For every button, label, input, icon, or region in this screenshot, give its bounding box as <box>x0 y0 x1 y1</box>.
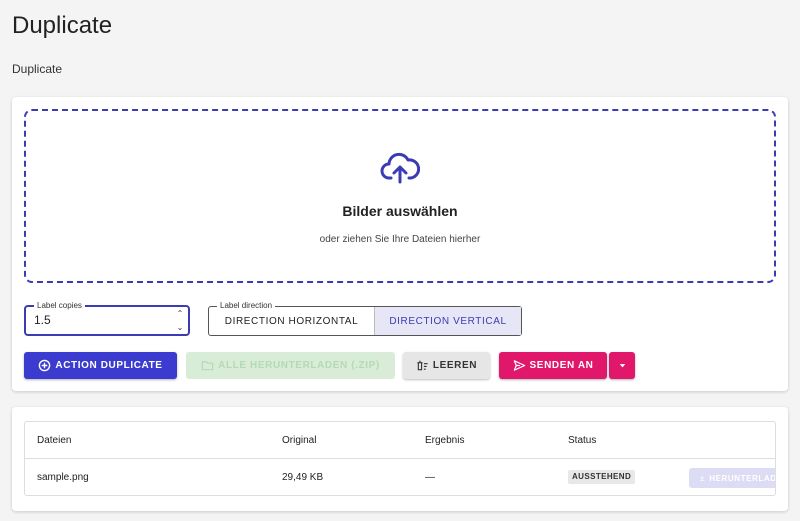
cloud-upload-icon <box>380 152 420 184</box>
upload-card: Bilder auswählen oder ziehen Sie Ihre Da… <box>12 97 788 391</box>
delete-sweep-icon <box>417 360 428 371</box>
download-file-label: HERUNTERLADEN <box>709 473 776 483</box>
direction-vertical-button[interactable]: DIRECTION VERTICAL <box>374 307 521 335</box>
clear-button[interactable]: LEEREN <box>403 352 490 379</box>
copies-input[interactable] <box>34 313 164 327</box>
direction-horizontal-button[interactable]: DIRECTION HORIZONTAL <box>209 307 374 335</box>
add-circle-icon <box>39 359 51 372</box>
stepper-down-icon[interactable]: ⌄ <box>175 323 185 333</box>
status-badge: AUSSTEHEND <box>568 470 636 485</box>
file-name: sample.png <box>37 472 89 483</box>
files-card: Dateien Original Ergebnis Status sample.… <box>12 407 788 511</box>
direction-toggle-group: Label direction DIRECTION HORIZONTAL DIR… <box>208 300 522 336</box>
download-icon <box>699 475 705 481</box>
caret-down-icon <box>619 364 625 368</box>
header-result: Ergebnis <box>425 435 465 446</box>
file-dropzone[interactable]: Bilder auswählen oder ziehen Sie Ihre Da… <box>24 109 776 283</box>
header-status: Status <box>568 435 597 446</box>
download-file-button[interactable]: HERUNTERLADEN <box>689 468 776 488</box>
send-to-dropdown-button[interactable] <box>609 352 635 379</box>
page-title: Duplicate <box>12 12 113 39</box>
header-files: Dateien <box>37 435 72 446</box>
duplicate-button[interactable]: ACTION DUPLICATE <box>24 352 177 379</box>
page-subtitle: Duplicate <box>12 62 63 76</box>
send-to-label: SENDEN AN <box>529 360 594 371</box>
files-table: Dateien Original Ergebnis Status sample.… <box>24 421 776 496</box>
table-header: Dateien Original Ergebnis Status <box>25 422 775 459</box>
download-all-zip-button[interactable]: ALLE HERUNTERLADEN (.ZIP) <box>186 352 395 379</box>
file-result: — <box>425 472 435 483</box>
dropzone-title: Bilder auswählen <box>342 203 458 219</box>
send-to-button[interactable]: SENDEN AN <box>499 352 607 379</box>
folder-icon <box>201 361 214 371</box>
file-status: AUSSTEHEND <box>568 459 636 495</box>
dropzone-subtitle: oder ziehen Sie Ihre Dateien hierher <box>319 234 481 245</box>
download-all-zip-label: ALLE HERUNTERLADEN (.ZIP) <box>218 360 380 371</box>
table-row: sample.png 29,49 KB — AUSSTEHEND HERUNTE… <box>25 459 776 495</box>
send-icon <box>513 360 525 371</box>
duplicate-label: ACTION DUPLICATE <box>55 360 163 371</box>
direction-label: Label direction <box>217 300 276 311</box>
file-original-size: 29,49 KB <box>282 472 324 483</box>
header-original: Original <box>282 435 317 446</box>
clear-label: LEEREN <box>432 360 478 371</box>
copies-field[interactable]: Label copies ⌃ ⌄ <box>24 300 190 336</box>
stepper-up-icon[interactable]: ⌃ <box>175 309 185 319</box>
copies-label: Label copies <box>34 300 85 311</box>
copies-stepper[interactable]: ⌃ ⌄ <box>175 309 185 333</box>
